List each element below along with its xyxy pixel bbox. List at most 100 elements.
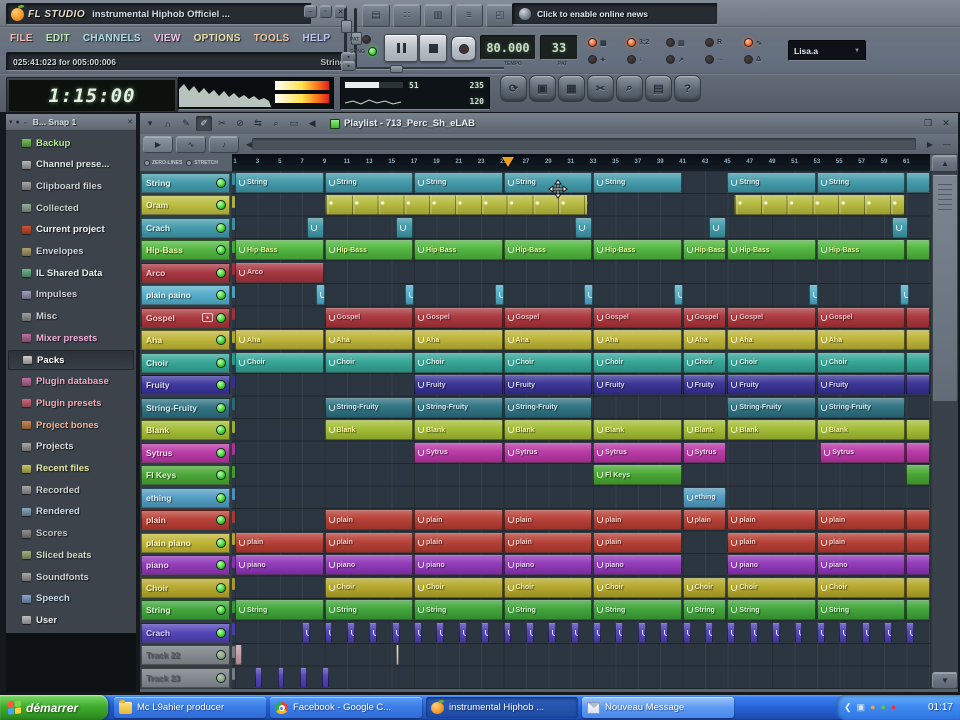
- track-plate-15[interactable]: ething: [141, 487, 230, 508]
- pattern-clip[interactable]: [682, 622, 691, 643]
- record-button[interactable]: [451, 36, 476, 61]
- browser-titlebar[interactable]: ▾ ● ← B... Snap 1 ✕: [6, 114, 136, 131]
- menu-view[interactable]: VIEW: [154, 33, 181, 44]
- pattern-clip[interactable]: [255, 667, 262, 688]
- pattern-clip[interactable]: [369, 622, 378, 643]
- antivirus-icon[interactable]: ●: [881, 703, 886, 712]
- pattern-clip-fruity[interactable]: Fruity: [727, 375, 816, 395]
- pattern-clip[interactable]: [816, 622, 825, 643]
- playlist-grid[interactable]: String String String String String String Stri…: [232, 171, 930, 689]
- pattern-clip-blank[interactable]: Blank: [682, 420, 727, 440]
- project-notes-button[interactable]: ▤: [645, 75, 672, 102]
- option-stretch[interactable]: STRETCH: [186, 160, 218, 166]
- pattern-clip-sytrus[interactable]: Sytrus: [820, 442, 906, 463]
- slice-tool-icon[interactable]: ✂: [214, 116, 230, 131]
- playlist-title-area[interactable]: Playlist - 713_Perc_Sh_eLAB: [330, 118, 475, 129]
- pattern-clip-piano[interactable]: piano: [414, 555, 503, 575]
- blend-notes-toggle[interactable]: ✦: [588, 55, 606, 64]
- pattern-clip-plain[interactable]: plain: [503, 532, 593, 553]
- pattern-clip-string[interactable]: String: [414, 172, 503, 193]
- track-plate-17[interactable]: plain piano: [141, 532, 230, 553]
- pattern-clip-sytrus[interactable]: [906, 442, 930, 463]
- app-titlebar[interactable]: FL STUDIO instrumental Hiphob Officiel .…: [6, 3, 312, 25]
- pattern-clip[interactable]: [749, 622, 758, 643]
- pattern-clip[interactable]: [396, 217, 414, 238]
- precount-toggle[interactable]: Δ: [744, 55, 761, 64]
- pattern-clip-choir[interactable]: [906, 577, 930, 598]
- track-mute-led[interactable]: [216, 672, 226, 683]
- hide-icons-chevron-icon[interactable]: ❮: [844, 703, 852, 712]
- pattern-clip[interactable]: [734, 195, 906, 215]
- pattern-clip-blank[interactable]: Blank: [593, 420, 682, 440]
- pattern-clip-aha[interactable]: Aha: [727, 330, 816, 350]
- pattern-clip[interactable]: [324, 622, 333, 643]
- pattern-clip-choir[interactable]: Choir: [324, 577, 414, 598]
- metronome-toggle[interactable]: ♩: [627, 55, 646, 64]
- menu-tools[interactable]: TOOLS: [254, 33, 290, 44]
- pattern-clip-gospel[interactable]: Gospel: [324, 307, 414, 328]
- pattern-clip[interactable]: [405, 285, 415, 305]
- pattern-clip-plain[interactable]: plain: [324, 532, 414, 553]
- pattern-clip-plain[interactable]: plain: [727, 532, 816, 553]
- zoom-tool-icon[interactable]: ⌕: [268, 116, 284, 131]
- time-panel[interactable]: 1:15:00: [6, 77, 178, 114]
- pattern-clip-aha[interactable]: [906, 330, 930, 350]
- track-mute-led[interactable]: [216, 515, 226, 525]
- pattern-clip-sytrus[interactable]: Sytrus: [503, 442, 593, 463]
- menu-channels[interactable]: CHANNELS: [83, 33, 141, 44]
- track-mute-led[interactable]: [216, 380, 226, 390]
- step-sequencer-window-icon[interactable]: ∷: [393, 4, 421, 27]
- pattern-clip-gospel[interactable]: [906, 307, 930, 328]
- pattern-clip-choir[interactable]: Choir: [235, 352, 324, 373]
- pattern-clip[interactable]: [548, 622, 557, 643]
- pattern-clip[interactable]: [570, 622, 579, 643]
- track-mute-led[interactable]: [216, 425, 226, 435]
- browser-item-collected[interactable]: Collected: [8, 198, 134, 218]
- pattern-clip-hip-bass[interactable]: Hip-Bass: [727, 240, 816, 260]
- pattern-clip-hip-bass[interactable]: Hip-Bass: [324, 240, 414, 260]
- pattern-clip-blank[interactable]: [906, 420, 930, 440]
- typing-keyboard-toggle[interactable]: ▥: [666, 38, 685, 47]
- pattern-clip-gospel[interactable]: Gospel: [682, 307, 727, 328]
- track-mute-led[interactable]: [216, 470, 226, 480]
- pattern-clip-choir[interactable]: [906, 352, 930, 373]
- mixer-window-icon[interactable]: ≡: [455, 4, 483, 27]
- track-plate-10[interactable]: Fruity: [141, 375, 230, 395]
- pattern-clip-gospel[interactable]: Gospel: [414, 307, 503, 328]
- pattern-clip-choir[interactable]: Choir: [816, 352, 906, 373]
- playhead-marker[interactable]: [502, 157, 515, 167]
- pattern-clip[interactable]: [727, 622, 736, 643]
- pattern-clip-piano[interactable]: piano: [816, 555, 906, 575]
- track-plate-18[interactable]: piano: [141, 555, 230, 575]
- pattern-clip[interactable]: [458, 622, 467, 643]
- pattern-clip[interactable]: [615, 622, 624, 643]
- track-plate-19[interactable]: Choir: [141, 577, 230, 598]
- piano-roll-window-icon[interactable]: ▥: [424, 4, 452, 27]
- pattern-clip-plain[interactable]: plain: [816, 532, 906, 553]
- track-mute-led[interactable]: [216, 402, 226, 413]
- pattern-clip[interactable]: [709, 217, 727, 238]
- pattern-clip-string[interactable]: String: [593, 600, 682, 620]
- pattern-clip-hip-bass[interactable]: Hip-Bass: [235, 240, 324, 260]
- vertical-scrollbar-thumb[interactable]: [932, 175, 958, 402]
- pattern-clip[interactable]: [891, 217, 908, 238]
- pattern-clip-blank[interactable]: Blank: [414, 420, 503, 440]
- messenger-icon[interactable]: ●: [870, 703, 875, 712]
- pattern-clip-aha[interactable]: Aha: [682, 330, 727, 350]
- pattern-clip-choir[interactable]: Choir: [414, 577, 503, 598]
- mode-switch[interactable]: PAT SONG: [350, 35, 377, 56]
- pattern-clip-sytrus[interactable]: Sytrus: [414, 442, 503, 463]
- pattern-clip-choir[interactable]: Choir: [324, 352, 414, 373]
- pattern-clip-hip-bass[interactable]: Hip-Bass: [414, 240, 503, 260]
- track-mute-led[interactable]: [216, 537, 226, 548]
- keyboard-layout-dropdown[interactable]: Lisa.a ▼: [788, 40, 866, 61]
- pattern-clip-fl-keys[interactable]: Fl Keys: [593, 465, 682, 485]
- midi-button[interactable]: ▣: [529, 75, 556, 102]
- pattern-clip[interactable]: [299, 667, 307, 688]
- pattern-clip[interactable]: [584, 285, 594, 305]
- display-settings-icon[interactable]: ▣: [857, 703, 866, 712]
- track-plate-6[interactable]: plain paino: [141, 285, 230, 305]
- pattern-clip-string-fruity[interactable]: String-Fruity: [324, 397, 414, 418]
- pattern-grid-button[interactable]: ▦: [558, 75, 585, 102]
- pattern-clip-choir[interactable]: Choir: [816, 577, 906, 598]
